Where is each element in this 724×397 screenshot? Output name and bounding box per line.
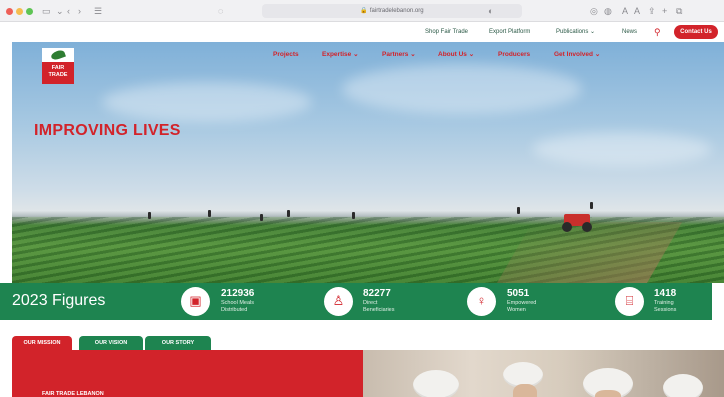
stat-label-line: School Meals [221, 300, 255, 306]
browser-toolbar: ▭ ⌄ ‹ › ☰ ◌ 🔒 fairtradelebanon.org ◐ ◎ ◍ … [0, 0, 724, 22]
tabs-icon[interactable]: ⧉ [676, 5, 682, 17]
person-icon: ♙ [332, 293, 345, 308]
tab-our-mission[interactable]: OUR MISSION [12, 336, 72, 350]
sidebar-icon[interactable]: ▭ [42, 5, 51, 17]
chevron-down-icon: ⌄ [410, 51, 416, 58]
field-worker [260, 214, 263, 221]
text-size-small-icon[interactable]: A [622, 5, 628, 17]
text-size-large-icon[interactable]: A [634, 5, 640, 17]
logo-leaf-icon [42, 48, 74, 62]
chevron-down-icon: ⌄ [594, 51, 601, 58]
stat-label: Training Sessions [654, 300, 676, 314]
news-link[interactable]: News [622, 28, 637, 36]
stat-label: Direct Beneficiaries [363, 300, 395, 314]
mission-photo [363, 350, 724, 397]
stat-value: 212936 [221, 288, 255, 299]
chevron-down-icon: ⌄ [468, 51, 475, 58]
address-text: fairtradelebanon.org [369, 8, 424, 14]
close-window-button[interactable] [6, 8, 13, 15]
shop-fair-trade-link[interactable]: Shop Fair Trade [425, 28, 468, 36]
site-logo[interactable]: FAIR TRADE [42, 48, 74, 84]
nav-about-us-label: About Us [438, 51, 467, 58]
nav-expertise[interactable]: Expertise ⌄ [322, 51, 359, 59]
field-worker [208, 210, 211, 217]
box-icon: ▣ [189, 293, 202, 308]
stat-label-line: Sessions [654, 307, 677, 313]
hero-cloud [102, 82, 312, 122]
utility-bar: Shop Fair Trade Export Platform Publicat… [0, 22, 724, 42]
new-tab-icon[interactable]: + [662, 5, 667, 17]
forward-icon[interactable]: › [78, 5, 81, 17]
nav-get-involved-label: Get Involved [554, 51, 594, 58]
share-icon[interactable]: ⇪ [648, 5, 656, 17]
stat-label-line: Empowered [507, 300, 537, 306]
stat-label-line: Training [654, 300, 674, 306]
stat-value: 82277 [363, 288, 391, 299]
nav-projects[interactable]: Projects [273, 51, 299, 59]
stat-label-line: Women [507, 307, 526, 313]
mission-heading: FAIR TRADE LEBANON [42, 391, 104, 397]
stat-value: 1418 [654, 288, 677, 299]
lock-icon: 🔒 [360, 8, 368, 14]
field-worker [517, 207, 520, 214]
mission-panel: FAIR TRADE LEBANON [12, 350, 363, 397]
field-worker [148, 212, 151, 219]
address-bar[interactable]: 🔒 fairtradelebanon.org [262, 4, 522, 18]
presentation-icon: ⌸ [625, 293, 634, 308]
back-icon[interactable]: ‹ [67, 5, 70, 17]
tab-our-story[interactable]: OUR STORY [145, 336, 211, 350]
logo-wordmark: FAIR TRADE [42, 62, 74, 84]
stat-circle: ♙ [324, 287, 353, 316]
chevron-down-icon: ⌄ [590, 29, 596, 35]
contact-us-button[interactable]: Contact Us [674, 25, 718, 39]
worker-face [595, 390, 621, 397]
worker-face [513, 384, 537, 397]
hero-banner: FAIR TRADE Projects Expertise ⌄ Partners… [12, 42, 724, 283]
stat-label-line: Distributed [221, 307, 248, 313]
stat-label-line: Direct [363, 300, 378, 306]
export-platform-link[interactable]: Export Platform [489, 28, 530, 36]
publications-label: Publications [556, 29, 589, 35]
nav-expertise-label: Expertise [322, 51, 352, 58]
nav-get-involved[interactable]: Get Involved ⌄ [554, 51, 600, 59]
zoom-window-button[interactable] [26, 8, 33, 15]
tractor-image [560, 210, 596, 232]
password-icon[interactable]: ◍ [604, 5, 612, 17]
nav-partners-label: Partners [382, 51, 409, 58]
tab-overview-icon[interactable]: ☰ [94, 5, 102, 17]
hero-cloud [342, 64, 582, 114]
stat-label: School Meals Distributed [221, 300, 254, 314]
extension-icon[interactable]: ◐ [488, 5, 493, 17]
figures-band: 2023 Figures ▣ 212936 School Meals Distri… [0, 283, 712, 320]
hairnet-cap [413, 370, 459, 397]
privacy-shield-icon[interactable]: ◌ [218, 5, 223, 17]
stat-circle: ♀ [467, 287, 496, 316]
woman-icon: ♀ [476, 293, 487, 308]
stat-label-line: Beneficiaries [363, 307, 395, 313]
hero-cloud [532, 132, 712, 166]
nav-producers[interactable]: Producers [498, 51, 530, 59]
nav-partners[interactable]: Partners ⌄ [382, 51, 416, 59]
tab-our-vision[interactable]: OUR VISION [79, 336, 143, 350]
hairnet-cap [663, 374, 703, 397]
field-worker [287, 210, 290, 217]
stat-value: 5051 [507, 288, 530, 299]
chevron-down-icon[interactable]: ⌄ [56, 5, 64, 17]
figures-title: 2023 Figures [12, 292, 106, 309]
search-icon[interactable]: ⚲ [654, 26, 661, 38]
stat-circle: ▣ [181, 287, 210, 316]
chevron-down-icon: ⌄ [353, 51, 359, 58]
nav-about-us[interactable]: About Us ⌄ [438, 51, 474, 59]
stat-circle: ⌸ [615, 287, 644, 316]
hero-title: IMPROVING LIVES [34, 122, 181, 139]
publications-link[interactable]: Publications ⌄ [556, 28, 595, 36]
field-worker [352, 212, 355, 219]
circle-icon[interactable]: ◎ [590, 5, 598, 17]
minimize-window-button[interactable] [16, 8, 23, 15]
field-worker [590, 202, 593, 209]
stat-label: Empowered Women [507, 300, 536, 314]
